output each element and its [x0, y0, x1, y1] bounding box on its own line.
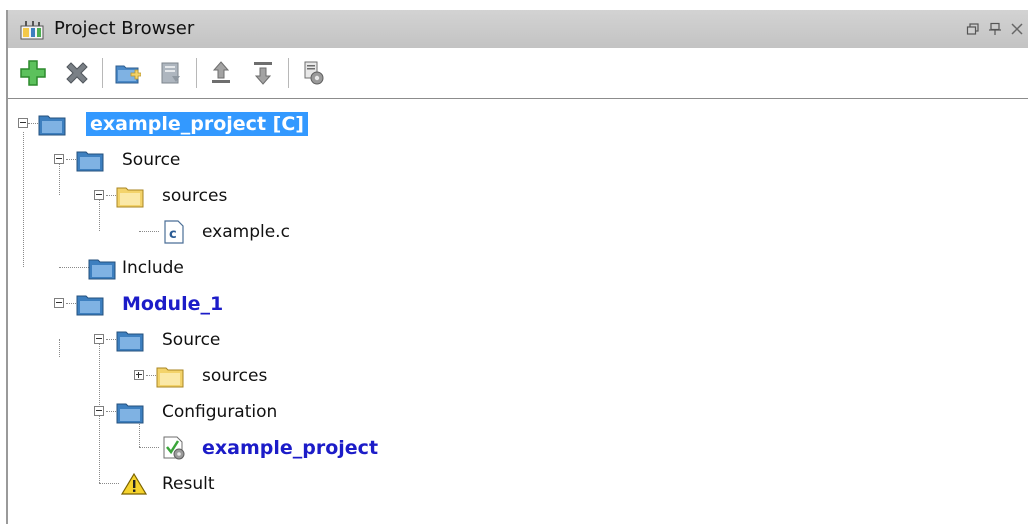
c-file-icon: c [160, 220, 188, 244]
settings-document-icon[interactable] [296, 56, 330, 90]
tree-node-label: example_project [202, 437, 379, 459]
tree-node-label: example.c [202, 222, 290, 242]
properties-icon[interactable] [154, 56, 188, 90]
close-icon[interactable] [1010, 21, 1024, 35]
folder-icon [116, 328, 144, 352]
toolbar [8, 48, 1028, 98]
tree-node-label: Source [162, 330, 221, 350]
toolbar-separator [102, 58, 103, 88]
project-folder-icon [38, 112, 66, 136]
open-folder-icon [156, 364, 184, 388]
tree-node-label: sources [202, 366, 268, 386]
svg-text:c: c [169, 227, 177, 242]
folder-icon [76, 148, 104, 172]
warning-icon [120, 472, 148, 496]
pin-icon[interactable] [988, 21, 1002, 35]
tree-node-module[interactable]: Module_1 [8, 289, 408, 319]
tree-node-label: sources [162, 186, 228, 206]
project-browser-icon [20, 20, 46, 40]
tree-node-label: Source [122, 150, 181, 170]
collapse-toggle[interactable] [94, 190, 104, 200]
tree-node-module-source[interactable]: Source [8, 325, 408, 355]
collapse-toggle[interactable] [94, 406, 104, 416]
panel-title-bar[interactable]: Project Browser [8, 10, 1028, 48]
move-down-icon[interactable] [246, 56, 280, 90]
folder-icon [116, 400, 144, 424]
restore-icon[interactable] [966, 21, 980, 35]
configuration-icon [160, 436, 188, 460]
folder-icon [76, 292, 104, 316]
tree-node-file[interactable]: c example.c [8, 217, 408, 247]
collapse-toggle[interactable] [18, 118, 28, 128]
tree-node-configuration[interactable]: Configuration [8, 397, 408, 427]
toolbar-separator [288, 58, 289, 88]
toolbar-separator [196, 58, 197, 88]
collapse-toggle[interactable] [54, 154, 64, 164]
new-folder-icon[interactable] [110, 56, 144, 90]
project-tree: example_project [C] Source sources c exa… [8, 98, 1028, 525]
folder-icon [88, 256, 116, 280]
expand-toggle[interactable] [134, 370, 144, 380]
panel-title: Project Browser [54, 18, 195, 39]
tree-node-label: Module_1 [122, 293, 224, 315]
move-up-icon[interactable] [204, 56, 238, 90]
project-browser-panel: Project Browser example_project [C] Sour… [0, 0, 1028, 524]
tree-node-label: Configuration [162, 402, 278, 422]
tree-node-module-sources[interactable]: sources [8, 361, 408, 391]
remove-icon[interactable] [60, 56, 94, 90]
tree-node-include[interactable]: Include [8, 253, 408, 283]
tree-node-configuration-item[interactable]: example_project [8, 433, 428, 463]
collapse-toggle[interactable] [54, 298, 64, 308]
add-icon[interactable] [16, 56, 50, 90]
open-folder-icon [116, 184, 144, 208]
tree-node-label: Include [122, 258, 184, 278]
tree-node-source[interactable]: Source [8, 145, 408, 175]
tree-node-sources[interactable]: sources [8, 181, 408, 211]
tree-node-label: example_project [C] [86, 112, 308, 136]
tree-node-project[interactable]: example_project [C] [8, 109, 408, 139]
tree-node-label: Result [162, 474, 215, 494]
tree-node-result[interactable]: Result [8, 469, 408, 499]
collapse-toggle[interactable] [94, 334, 104, 344]
